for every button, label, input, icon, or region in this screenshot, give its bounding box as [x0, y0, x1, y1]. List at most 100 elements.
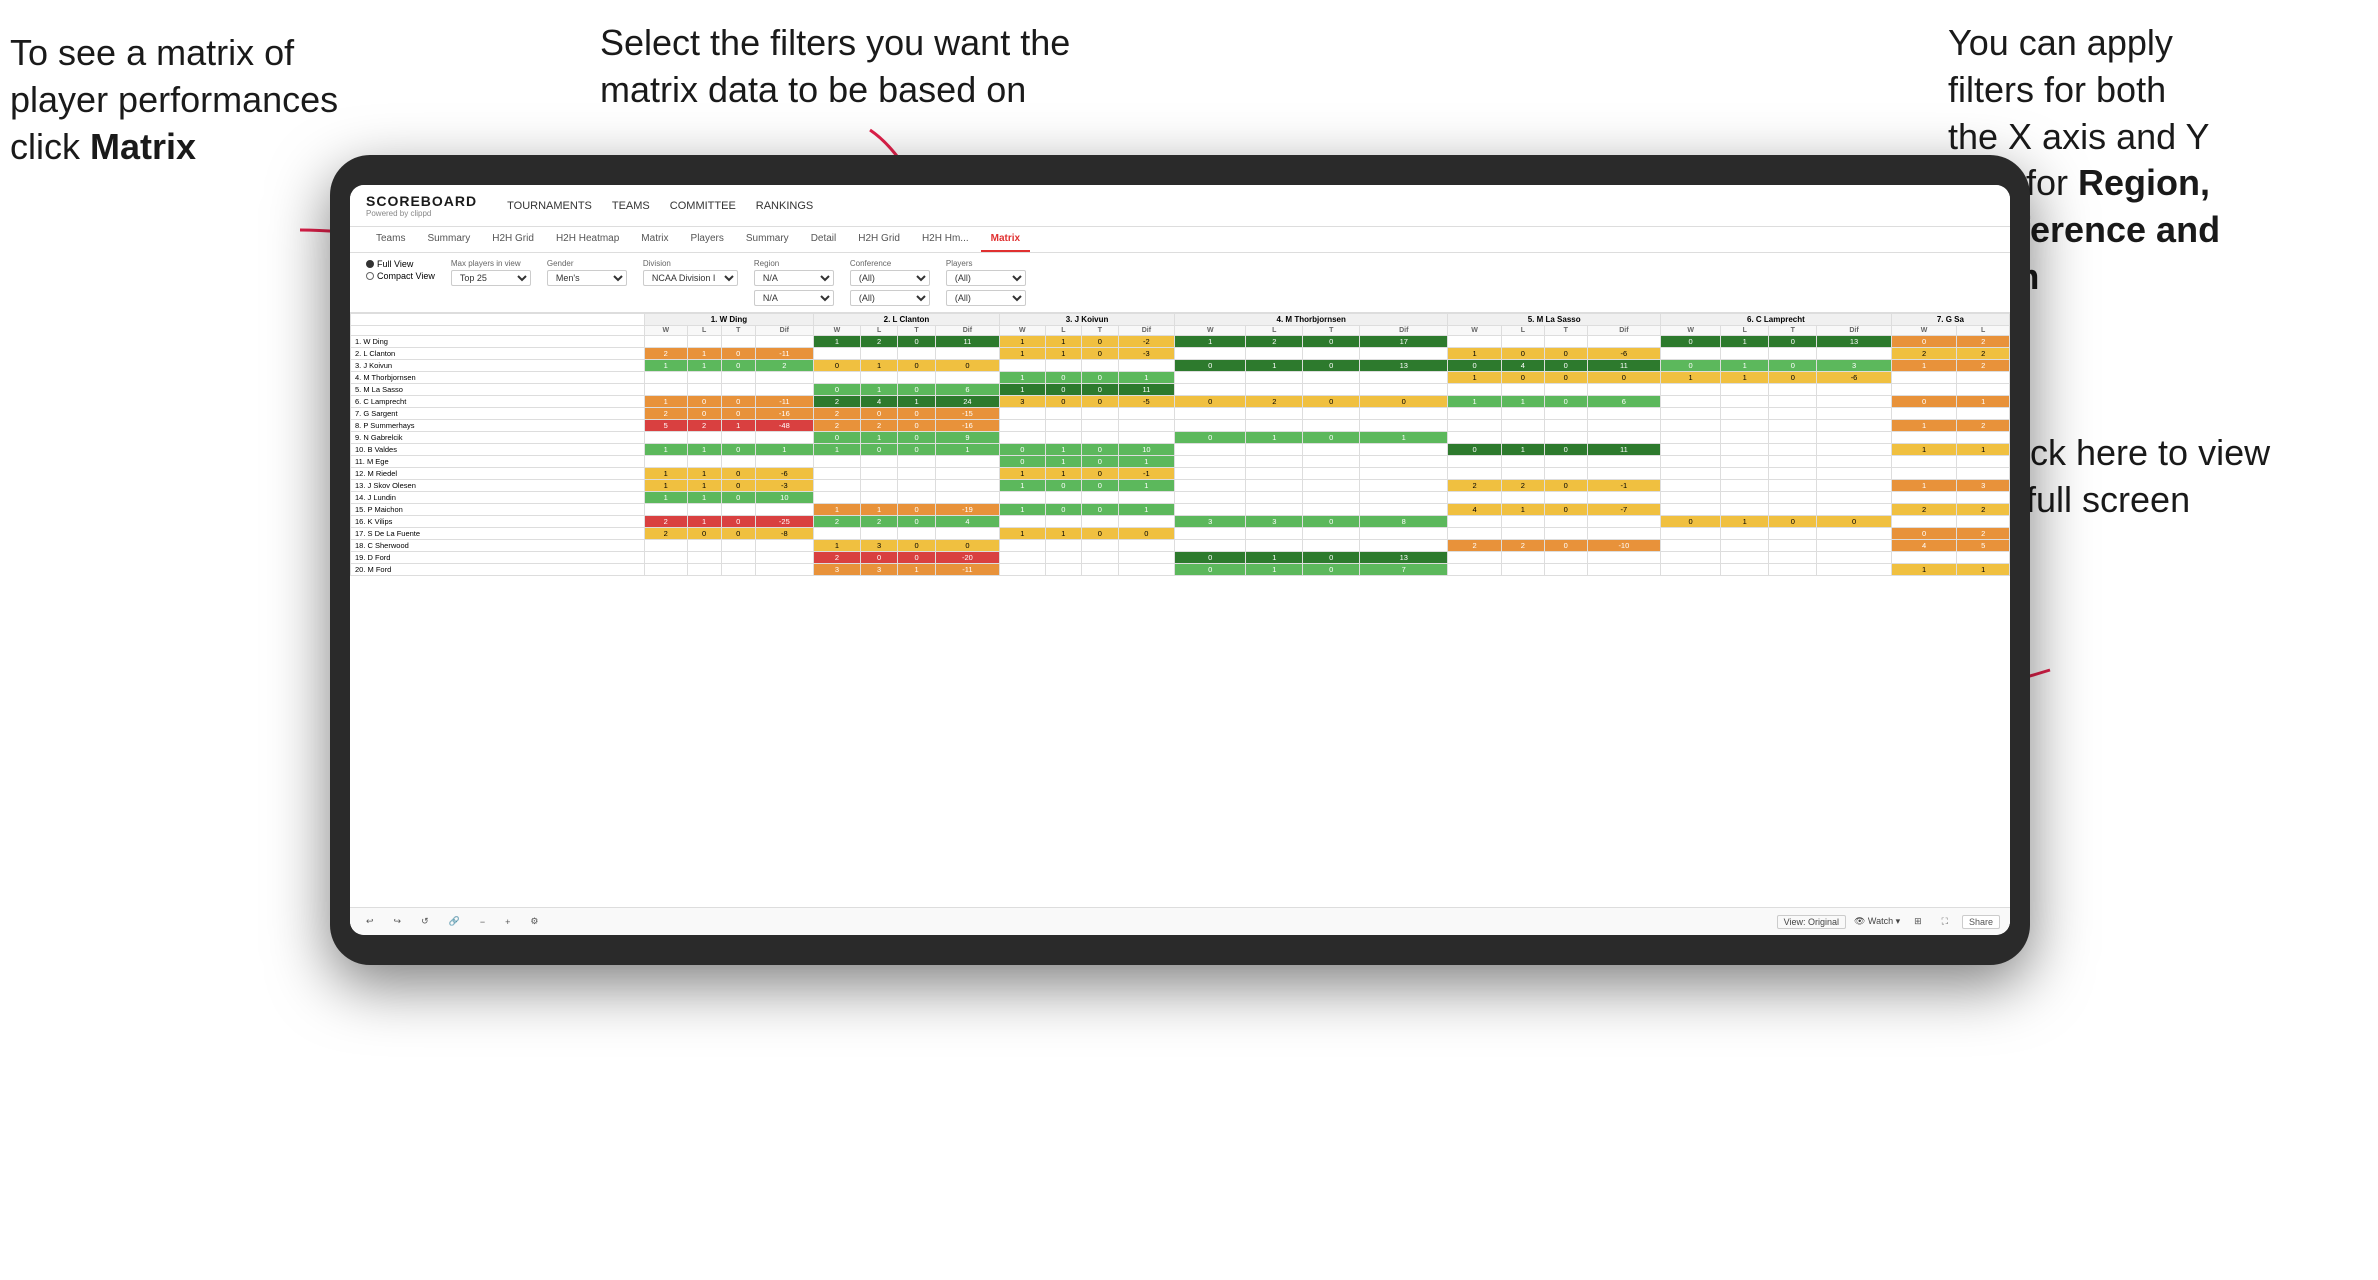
cell-0-4-t: [1544, 336, 1587, 348]
subnav-detail[interactable]: Detail: [801, 227, 847, 252]
cell-0-2-t: 0: [1082, 336, 1119, 348]
cell-8-1-w: 0: [813, 432, 860, 444]
subnav-teams[interactable]: Teams: [366, 227, 415, 252]
annotation-line2: player performances: [10, 79, 338, 120]
cell-9-0-t: 0: [721, 444, 755, 456]
region-select1[interactable]: N/A: [754, 270, 834, 286]
toolbar-settings[interactable]: ⚙: [524, 914, 544, 929]
toolbar-link[interactable]: 🔗: [443, 914, 466, 929]
conference-select1[interactable]: (All): [850, 270, 930, 286]
cell-4-5-t: [1769, 384, 1817, 396]
matrix-container[interactable]: 1. W Ding 2. L Clanton 3. J Koivun 4. M …: [350, 313, 2010, 933]
cell-15-0-dif: -25: [755, 516, 813, 528]
cell-10-5-dif: [1817, 456, 1891, 468]
toolbar-fullscreen[interactable]: ⛶: [1936, 914, 1954, 929]
cell-0-5-t: 0: [1769, 336, 1817, 348]
toolbar-share-btn[interactable]: Share: [1962, 915, 2000, 929]
players-select1[interactable]: (All): [946, 270, 1026, 286]
cell-5-2-l: 0: [1045, 396, 1082, 408]
cell-11-2-l: 1: [1045, 468, 1082, 480]
cell-9-3-t: [1303, 444, 1360, 456]
cell-9-2-dif: 10: [1118, 444, 1175, 456]
max-players-select[interactable]: Top 25: [451, 270, 531, 286]
cell-18-3-w: 0: [1175, 552, 1246, 564]
cell-10-0-w: [644, 456, 687, 468]
toolbar-undo[interactable]: ↩: [360, 914, 380, 929]
cell-17-2-w: [999, 540, 1045, 552]
row-label-19: 20. M Ford: [351, 564, 645, 576]
cell-18-0-dif: [755, 552, 813, 564]
view-toggle: Full View Compact View: [366, 259, 435, 281]
toolbar-refresh[interactable]: ↺: [415, 914, 435, 929]
cell-1-1-dif: [935, 348, 999, 360]
cell-6-4-w: [1448, 408, 1502, 420]
cell-9-1-w: 1: [813, 444, 860, 456]
toolbar-zoom-out[interactable]: −: [474, 915, 491, 929]
cell-7-6-l: 2: [1957, 420, 2010, 432]
cell-7-2-w: [999, 420, 1045, 432]
cell-0-3-l: 2: [1246, 336, 1303, 348]
nav-committee[interactable]: COMMITTEE: [670, 198, 736, 214]
compact-view-option[interactable]: Compact View: [366, 271, 435, 281]
conference-filter: Conference (All) (All): [850, 259, 930, 306]
cell-15-1-l: 2: [860, 516, 897, 528]
gender-select[interactable]: Men's: [547, 270, 627, 286]
subnav-h2h-grid2[interactable]: H2H Grid: [848, 227, 910, 252]
players-select2[interactable]: (All): [946, 290, 1026, 306]
cell-10-4-dif: [1587, 456, 1660, 468]
cell-1-4-l: 0: [1501, 348, 1544, 360]
cell-8-0-l: [687, 432, 721, 444]
subh-l3: L: [1045, 326, 1082, 336]
cell-14-0-l: [687, 504, 721, 516]
cell-15-3-w: 3: [1175, 516, 1246, 528]
cell-5-0-t: 0: [721, 396, 755, 408]
subnav-players[interactable]: Players: [681, 227, 734, 252]
annotation-topmid-text: Select the filters you want the matrix d…: [600, 22, 1070, 110]
annotation-topleft: To see a matrix of player performances c…: [10, 30, 410, 170]
cell-8-3-dif: 1: [1360, 432, 1448, 444]
subh-t6: T: [1769, 326, 1817, 336]
cell-16-4-dif: [1587, 528, 1660, 540]
cell-12-3-dif: [1360, 480, 1448, 492]
max-players-filter: Max players in view Top 25: [451, 259, 531, 286]
division-select[interactable]: NCAA Division I: [643, 270, 738, 286]
subnav-summary[interactable]: Summary: [417, 227, 480, 252]
cell-12-3-l: [1246, 480, 1303, 492]
subnav-matrix[interactable]: Matrix: [631, 227, 678, 252]
cell-13-2-l: [1045, 492, 1082, 504]
subnav-h2h-heatmap[interactable]: H2H Heatmap: [546, 227, 629, 252]
cell-7-5-l: [1721, 420, 1769, 432]
cell-2-3-w: 0: [1175, 360, 1246, 372]
region-select2[interactable]: N/A: [754, 290, 834, 306]
subnav-summary2[interactable]: Summary: [736, 227, 799, 252]
cell-2-1-dif: 0: [935, 360, 999, 372]
cell-6-2-w: [999, 408, 1045, 420]
nav-rankings[interactable]: RANKINGS: [756, 198, 813, 214]
toolbar-watch[interactable]: 👁 Watch ▾: [1854, 916, 1900, 927]
cell-7-2-dif: [1118, 420, 1175, 432]
cell-15-3-l: 3: [1246, 516, 1303, 528]
cell-5-4-l: 1: [1501, 396, 1544, 408]
nav-teams[interactable]: TEAMS: [612, 198, 650, 214]
toolbar-zoom-in[interactable]: +: [499, 915, 516, 929]
subnav-h2h-hm[interactable]: H2H Hm...: [912, 227, 979, 252]
subh-d6: Dif: [1817, 326, 1891, 336]
toolbar-grid-btn[interactable]: ⊞: [1908, 914, 1928, 929]
cell-19-5-t: [1769, 564, 1817, 576]
cell-13-4-w: [1448, 492, 1502, 504]
cell-15-5-l: 1: [1721, 516, 1769, 528]
cell-0-0-l: [687, 336, 721, 348]
subnav-h2h-grid[interactable]: H2H Grid: [482, 227, 544, 252]
cell-11-1-dif: [935, 468, 999, 480]
cell-4-1-w: 0: [813, 384, 860, 396]
nav-tournaments[interactable]: TOURNAMENTS: [507, 198, 592, 214]
full-view-option[interactable]: Full View: [366, 259, 435, 269]
toolbar-redo[interactable]: ↪: [388, 914, 408, 929]
cell-13-1-t: [898, 492, 935, 504]
conference-select2[interactable]: (All): [850, 290, 930, 306]
subnav-matrix-active[interactable]: Matrix: [981, 227, 1030, 252]
cell-14-2-w: 1: [999, 504, 1045, 516]
cell-2-0-w: 1: [644, 360, 687, 372]
cell-14-6-w: 2: [1891, 504, 1957, 516]
cell-5-1-t: 1: [898, 396, 935, 408]
